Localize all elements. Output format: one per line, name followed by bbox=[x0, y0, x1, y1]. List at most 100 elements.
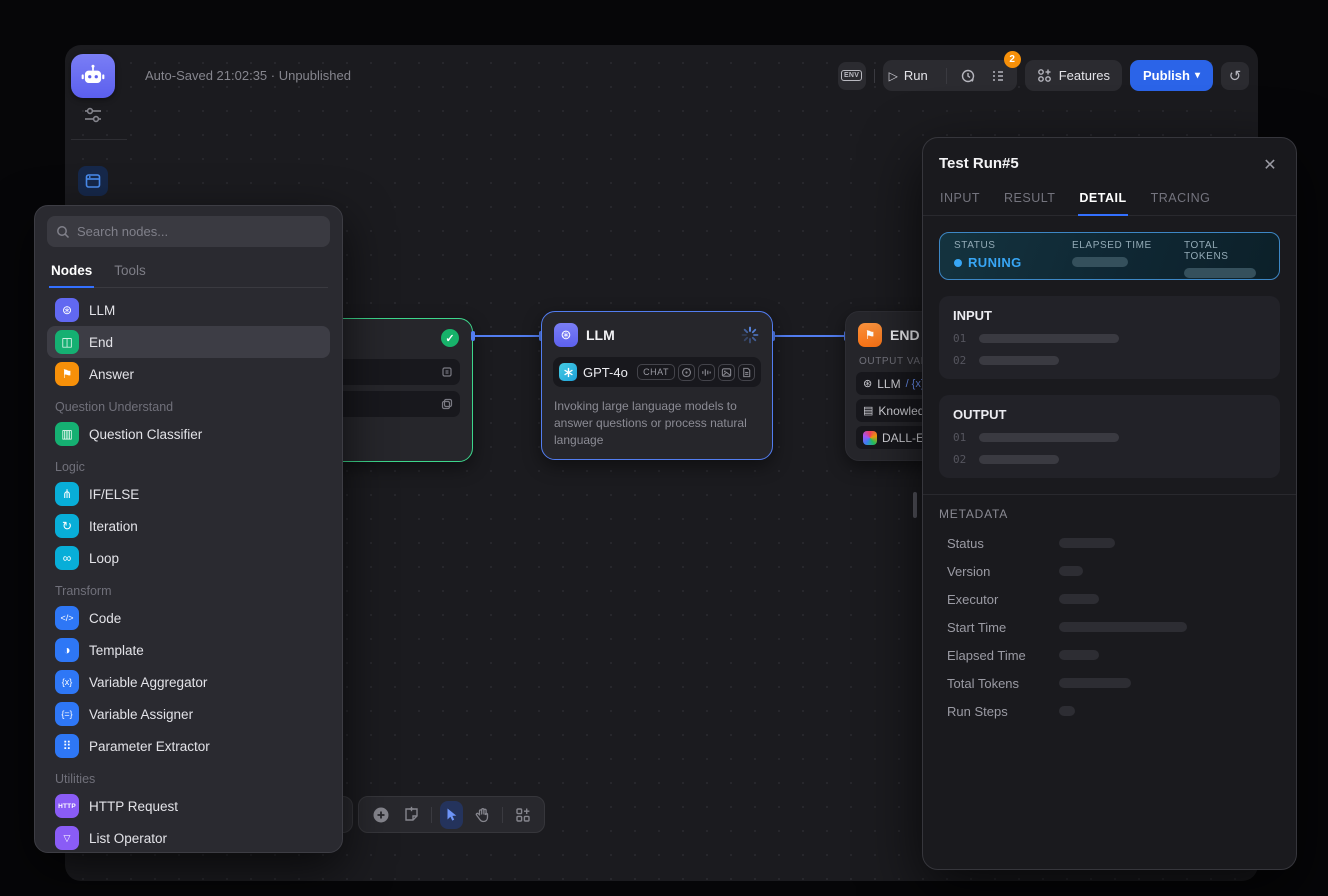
running-dot-icon bbox=[954, 259, 962, 267]
check-icon: ✓ bbox=[441, 329, 459, 347]
app-robot-icon[interactable] bbox=[71, 54, 115, 98]
status-label: STATUS bbox=[954, 240, 1072, 251]
assigner-icon: {=} bbox=[55, 702, 79, 726]
close-icon[interactable]: ✕ bbox=[1258, 153, 1282, 177]
skeleton-bar bbox=[979, 334, 1119, 343]
input-title: INPUT bbox=[953, 308, 1266, 323]
section-transform: Transform bbox=[47, 574, 330, 602]
play-icon: ▷ bbox=[889, 69, 898, 83]
metadata-row: Executor bbox=[939, 585, 1280, 613]
node-item-http-request[interactable]: HTTP HTTP Request bbox=[47, 790, 330, 822]
run-button[interactable]: Run bbox=[902, 68, 938, 83]
dalle-icon bbox=[863, 431, 877, 445]
metadata-row: Total Tokens bbox=[939, 669, 1280, 697]
brain-icon: ⊛ bbox=[863, 377, 872, 390]
node-item-answer[interactable]: ⚑ Answer bbox=[47, 358, 330, 390]
skeleton-bar bbox=[1072, 257, 1128, 267]
flag-icon: ⚑ bbox=[55, 362, 79, 386]
tab-tools[interactable]: Tools bbox=[112, 257, 148, 287]
skeleton-bar bbox=[979, 433, 1119, 442]
node-picker-panel: Nodes Tools ⊛ LLM ◫ End ⚑ Answer Questio… bbox=[34, 205, 343, 853]
input-card: INPUT 01 02 bbox=[939, 296, 1280, 379]
metadata-row: Version bbox=[939, 557, 1280, 585]
total-tokens-label: TOTAL TOKENS bbox=[1184, 240, 1265, 262]
document-icon bbox=[738, 364, 755, 381]
vision-icon bbox=[678, 364, 695, 381]
metadata-row: Elapsed Time bbox=[939, 641, 1280, 669]
node-item-question-classifier[interactable]: ▥ Question Classifier bbox=[47, 418, 330, 450]
search-input[interactable] bbox=[77, 224, 321, 239]
code-icon: </> bbox=[55, 606, 79, 630]
http-icon: HTTP bbox=[55, 794, 79, 818]
skeleton-bar bbox=[1059, 566, 1083, 576]
run-panel-tabs: INPUT RESULT DETAIL TRACING bbox=[923, 185, 1296, 216]
env-icon: ENV bbox=[841, 70, 862, 81]
elapsed-time-label: ELAPSED TIME bbox=[1072, 240, 1184, 251]
node-item-variable-aggregator[interactable]: {x} Variable Aggregator bbox=[47, 666, 330, 698]
section-question-understand: Question Understand bbox=[47, 390, 330, 418]
publish-button[interactable]: Publish ▾ bbox=[1130, 60, 1213, 91]
node-item-iteration[interactable]: ↻ Iteration bbox=[47, 510, 330, 542]
end-node-title: END bbox=[890, 327, 920, 343]
flag-icon: ⚑ bbox=[858, 323, 882, 347]
branch-icon: ⋔ bbox=[55, 482, 79, 506]
edge-start-llm bbox=[473, 335, 541, 337]
toolbar-divider bbox=[874, 69, 875, 83]
skeleton-bar bbox=[1059, 538, 1115, 548]
llm-node[interactable]: ⊛ LLM GPT-4o CHAT bbox=[541, 311, 773, 460]
section-utilities: Utilities bbox=[47, 762, 330, 790]
filter-icon: ▽ bbox=[55, 826, 79, 850]
node-item-if-else[interactable]: ⋔ IF/ELSE bbox=[47, 478, 330, 510]
node-item-code[interactable]: </> Code bbox=[47, 602, 330, 634]
brain-icon: ⊛ bbox=[55, 298, 79, 322]
preferences-sliders-icon[interactable] bbox=[81, 104, 105, 126]
tab-detail[interactable]: DETAIL bbox=[1078, 185, 1127, 216]
status-card: STATUS RUNING ELAPSED TIME TOTAL TOKENS bbox=[939, 232, 1280, 280]
node-item-parameter-extractor[interactable]: ⠿ Parameter Extractor bbox=[47, 730, 330, 762]
tab-nodes[interactable]: Nodes bbox=[49, 257, 94, 288]
node-panel-tabs: Nodes Tools bbox=[49, 257, 328, 288]
node-item-end[interactable]: ◫ End bbox=[47, 326, 330, 358]
skeleton-bar bbox=[1059, 678, 1131, 688]
extractor-icon: ⠿ bbox=[55, 734, 79, 758]
test-run-panel: Test Run#5 ✕ INPUT RESULT DETAIL TRACING… bbox=[922, 137, 1297, 870]
node-item-list-operator[interactable]: ▽ List Operator bbox=[47, 822, 330, 853]
search-icon bbox=[56, 225, 70, 239]
tab-result[interactable]: RESULT bbox=[1003, 185, 1056, 215]
workflow-window-icon[interactable] bbox=[78, 166, 108, 196]
metadata-row: Start Time bbox=[939, 613, 1280, 641]
node-item-template[interactable]: ◑ Template bbox=[47, 634, 330, 666]
features-button[interactable]: Features bbox=[1025, 60, 1122, 91]
tab-input[interactable]: INPUT bbox=[939, 185, 981, 215]
canvas-scrollbar[interactable] bbox=[913, 492, 917, 518]
node-item-variable-assigner[interactable]: {=} Variable Assigner bbox=[47, 698, 330, 730]
chevron-down-icon: ▾ bbox=[1195, 70, 1200, 81]
version-history-button[interactable]: ↺ bbox=[1221, 62, 1249, 90]
skeleton-bar bbox=[1059, 622, 1187, 632]
metadata-row: Status bbox=[939, 529, 1280, 557]
toolbar-divider bbox=[502, 807, 503, 823]
node-item-loop[interactable]: ∞ Loop bbox=[47, 542, 330, 574]
tab-tracing[interactable]: TRACING bbox=[1150, 185, 1212, 215]
version-history-icon: ↺ bbox=[1229, 67, 1242, 85]
metadata-row: Run Steps bbox=[939, 697, 1280, 725]
hand-icon[interactable] bbox=[471, 801, 494, 829]
skeleton-bar bbox=[1059, 594, 1099, 604]
autosave-status: Auto-Saved 21:02:35 · Unpublished bbox=[145, 68, 351, 83]
add-node-icon[interactable] bbox=[369, 801, 392, 829]
model-selector[interactable]: GPT-4o CHAT bbox=[553, 357, 761, 387]
search-box[interactable] bbox=[47, 216, 330, 247]
copy-icon bbox=[441, 398, 453, 410]
template-icon: ◑ bbox=[55, 638, 79, 662]
clock-run-icon[interactable] bbox=[955, 63, 981, 89]
skeleton-bar bbox=[1059, 706, 1075, 716]
pointer-icon[interactable] bbox=[440, 801, 463, 829]
add-note-icon[interactable] bbox=[400, 801, 423, 829]
output-card: OUTPUT 01 02 bbox=[939, 395, 1280, 478]
env-button[interactable]: ENV bbox=[838, 62, 866, 90]
skeleton-bar bbox=[979, 356, 1059, 365]
organize-icon[interactable] bbox=[511, 801, 534, 829]
node-item-llm[interactable]: ⊛ LLM bbox=[47, 294, 330, 326]
skeleton-bar bbox=[979, 455, 1059, 464]
skeleton-bar bbox=[1184, 268, 1256, 278]
